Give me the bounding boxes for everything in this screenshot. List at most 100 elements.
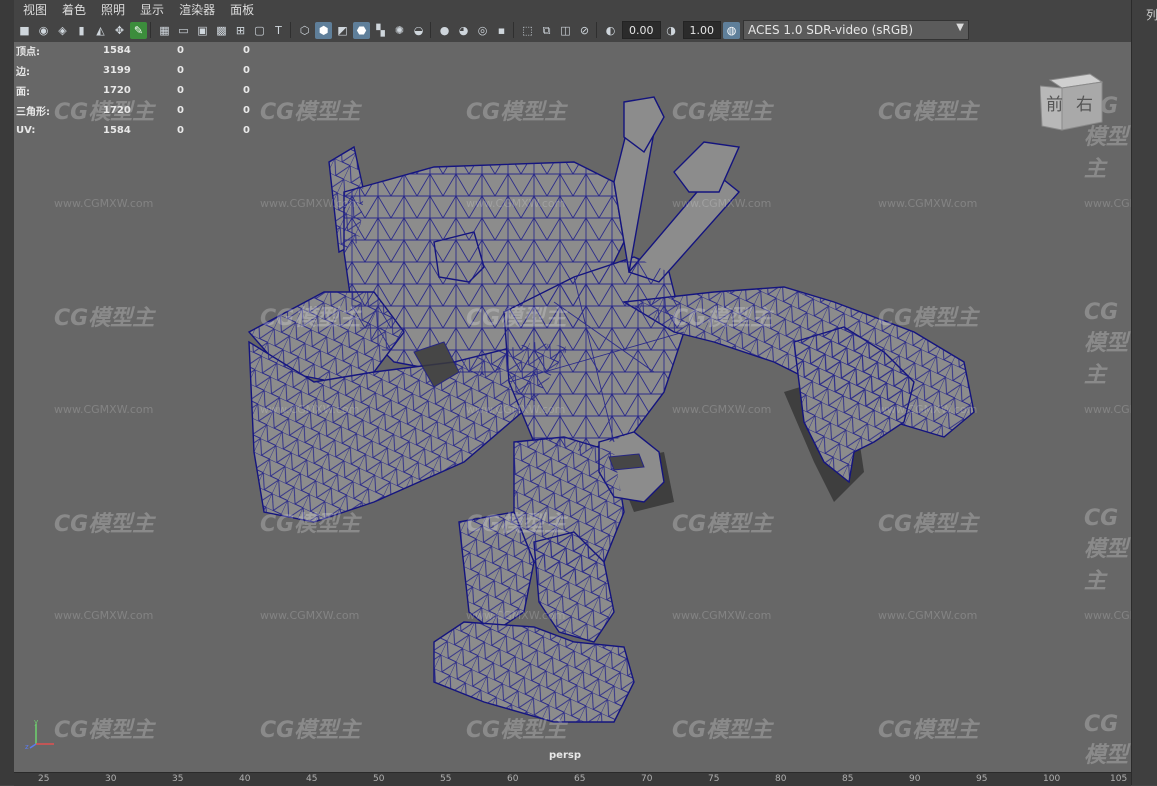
grid-icon[interactable]: ▦ (156, 22, 173, 39)
ruler-tick-label: 95 (976, 774, 988, 784)
motion-blur-icon[interactable]: ◕ (455, 22, 472, 39)
gamma-field[interactable]: 1.00 (682, 21, 721, 39)
hud-value: 0 (243, 124, 250, 136)
hud-row-triangles: 三角形: 1720 0 0 (16, 100, 273, 120)
gamma-icon[interactable]: ◑ (663, 22, 680, 39)
viewcube-right-face[interactable]: 右 (1076, 95, 1093, 115)
color-management-icon[interactable]: ◍ (723, 21, 740, 39)
ruler-tick-label: 35 (172, 774, 184, 784)
2d-pan-zoom-icon[interactable]: ✥ (111, 22, 128, 39)
ruler-tick-label: 90 (909, 774, 921, 784)
viewcube-front-face[interactable]: 前 (1046, 95, 1063, 115)
wireframe-icon[interactable]: ⬡ (296, 22, 313, 39)
hud-label: 边: (16, 66, 30, 78)
camera-name-label: persp (549, 750, 581, 761)
panel-toolbar: ■ ◉ ◈ ▮ ◭ ✥ ✎ ▦ ▭ ▣ ▩ ⊞ ▢ T ⬡ ⬢ ◩ ⬣ ▚ ✺ … (14, 18, 1131, 42)
perspective-viewport[interactable]: CG模型主 CG模型主 CG模型主 CG模型主 www.CGMXW.com www.CGM… (14, 42, 1131, 772)
hud-value: 1584 (103, 124, 131, 136)
image-plane-icon[interactable]: ◭ (92, 22, 109, 39)
ruler-tick-label: 65 (574, 774, 586, 784)
lowpoly-character-wireframe (247, 96, 975, 723)
depth-of-field-icon[interactable]: ▪ (493, 22, 510, 39)
hud-row-vertices: 顶点: 1584 0 0 (16, 40, 273, 60)
hud-label: 三角形: (16, 106, 50, 118)
hud-value: 0 (243, 84, 250, 96)
shadows-icon[interactable]: ◒ (410, 22, 427, 39)
camera-attributes-icon[interactable]: ◉ (35, 22, 52, 39)
menu-renderer[interactable]: 渲染器 (179, 1, 215, 18)
hud-label: UV: (16, 124, 36, 136)
ruler-tick-label: 100 (1043, 774, 1061, 784)
textured-icon[interactable]: ▚ (372, 22, 389, 39)
hud-row-uvs: UV: 1584 0 0 (16, 120, 273, 140)
ruler-tick-label: 25 (38, 774, 50, 784)
exposure-icon[interactable]: ◐ (602, 22, 619, 39)
hud-value: 0 (177, 84, 184, 96)
ruler-tick-label: 75 (708, 774, 720, 784)
menu-shading[interactable]: 着色 (62, 1, 86, 18)
safe-title-icon[interactable]: T (270, 22, 287, 39)
ruler-tick-label: 45 (306, 774, 318, 784)
resolution-gate-icon[interactable]: ▣ (194, 22, 211, 39)
film-gate-icon[interactable]: ▭ (175, 22, 192, 39)
panel-menu-bar: 视图 着色 照明 显示 渲染器 面板 (14, 0, 1131, 18)
wireframe-on-shaded-icon[interactable]: ⬣ (353, 21, 370, 39)
hud-value: 0 (177, 124, 184, 136)
menu-view[interactable]: 视图 (23, 1, 47, 18)
right-side-panel: 列 (1131, 0, 1157, 785)
axis-y-letter: y (34, 718, 38, 726)
chevron-down-icon: ▼ (956, 22, 964, 33)
gate-mask-icon[interactable]: ▩ (213, 22, 230, 39)
toolbar-separator (596, 22, 597, 38)
hud-value: 1720 (103, 84, 131, 96)
hud-value: 0 (243, 44, 250, 56)
hud-value: 1584 (103, 44, 131, 56)
poly-count-hud: 顶点: 1584 0 0 边: 3199 0 0 面: 1720 0 0 三角形… (16, 40, 273, 140)
xray-icon[interactable]: ⧉ (538, 22, 555, 39)
exposure-field[interactable]: 0.00 (622, 21, 661, 39)
hud-value: 1720 (103, 104, 131, 116)
menu-lighting[interactable]: 照明 (101, 1, 125, 18)
view-cube[interactable]: 前 右 (1040, 70, 1104, 132)
screen-space-ao-icon[interactable]: ● (436, 22, 453, 39)
maya-app: 列 视图 着色 照明 显示 渲染器 面板 ■ ◉ ◈ ▮ ◭ ✥ ✎ ▦ ▭ ▣… (0, 0, 1157, 786)
camera-select-icon[interactable]: ■ (16, 22, 33, 39)
default-material-icon[interactable]: ◩ (334, 22, 351, 39)
ruler-tick-label: 80 (775, 774, 787, 784)
bookmark-icon[interactable]: ▮ (73, 22, 90, 39)
grease-pencil-icon[interactable]: ✎ (130, 21, 147, 39)
hud-label: 顶点: (16, 46, 40, 58)
use-all-lights-icon[interactable]: ✺ (391, 22, 408, 39)
menu-show[interactable]: 显示 (140, 1, 164, 18)
ruler-tick-label: 30 (105, 774, 117, 784)
toolbar-separator (430, 22, 431, 38)
multisample-aa-icon[interactable]: ◎ (474, 22, 491, 39)
field-chart-icon[interactable]: ⊞ (232, 22, 249, 39)
xray-active-components-icon[interactable]: ◫ (557, 22, 574, 39)
hud-value: 0 (177, 44, 184, 56)
left-tool-strip (0, 0, 15, 785)
hud-label: 面: (16, 86, 30, 98)
ruler-tick-label: 105 (1110, 774, 1128, 784)
ruler-tick-label: 85 (842, 774, 854, 784)
xray-joints-icon[interactable]: ⊘ (576, 22, 593, 39)
isolate-select-icon[interactable]: ⬚ (519, 22, 536, 39)
hud-value: 0 (177, 64, 184, 76)
view-transform-value: ACES 1.0 SDR-video (sRGB) (748, 23, 914, 37)
time-slider-ruler[interactable]: 25 30 35 40 45 50 55 60 65 70 75 80 85 90 95 100 105 (14, 772, 1131, 786)
menu-panels[interactable]: 面板 (230, 1, 254, 18)
hud-value: 0 (177, 104, 184, 116)
ruler-tick-label: 70 (641, 774, 653, 784)
toolbar-separator (150, 22, 151, 38)
ruler-tick-label: 40 (239, 774, 251, 784)
right-panel-header[interactable]: 列 (1146, 6, 1157, 23)
camera-lock-icon[interactable]: ◈ (54, 22, 71, 39)
hud-value: 0 (243, 64, 250, 76)
axis-z-letter: z (25, 743, 29, 750)
hud-value: 0 (243, 104, 250, 116)
smooth-shade-icon[interactable]: ⬢ (315, 21, 332, 39)
view-transform-select[interactable]: ACES 1.0 SDR-video (sRGB) ▼ (743, 20, 969, 40)
ruler-tick-label: 55 (440, 774, 452, 784)
safe-action-icon[interactable]: ▢ (251, 22, 268, 39)
mesh-wire-overlay (249, 147, 974, 722)
